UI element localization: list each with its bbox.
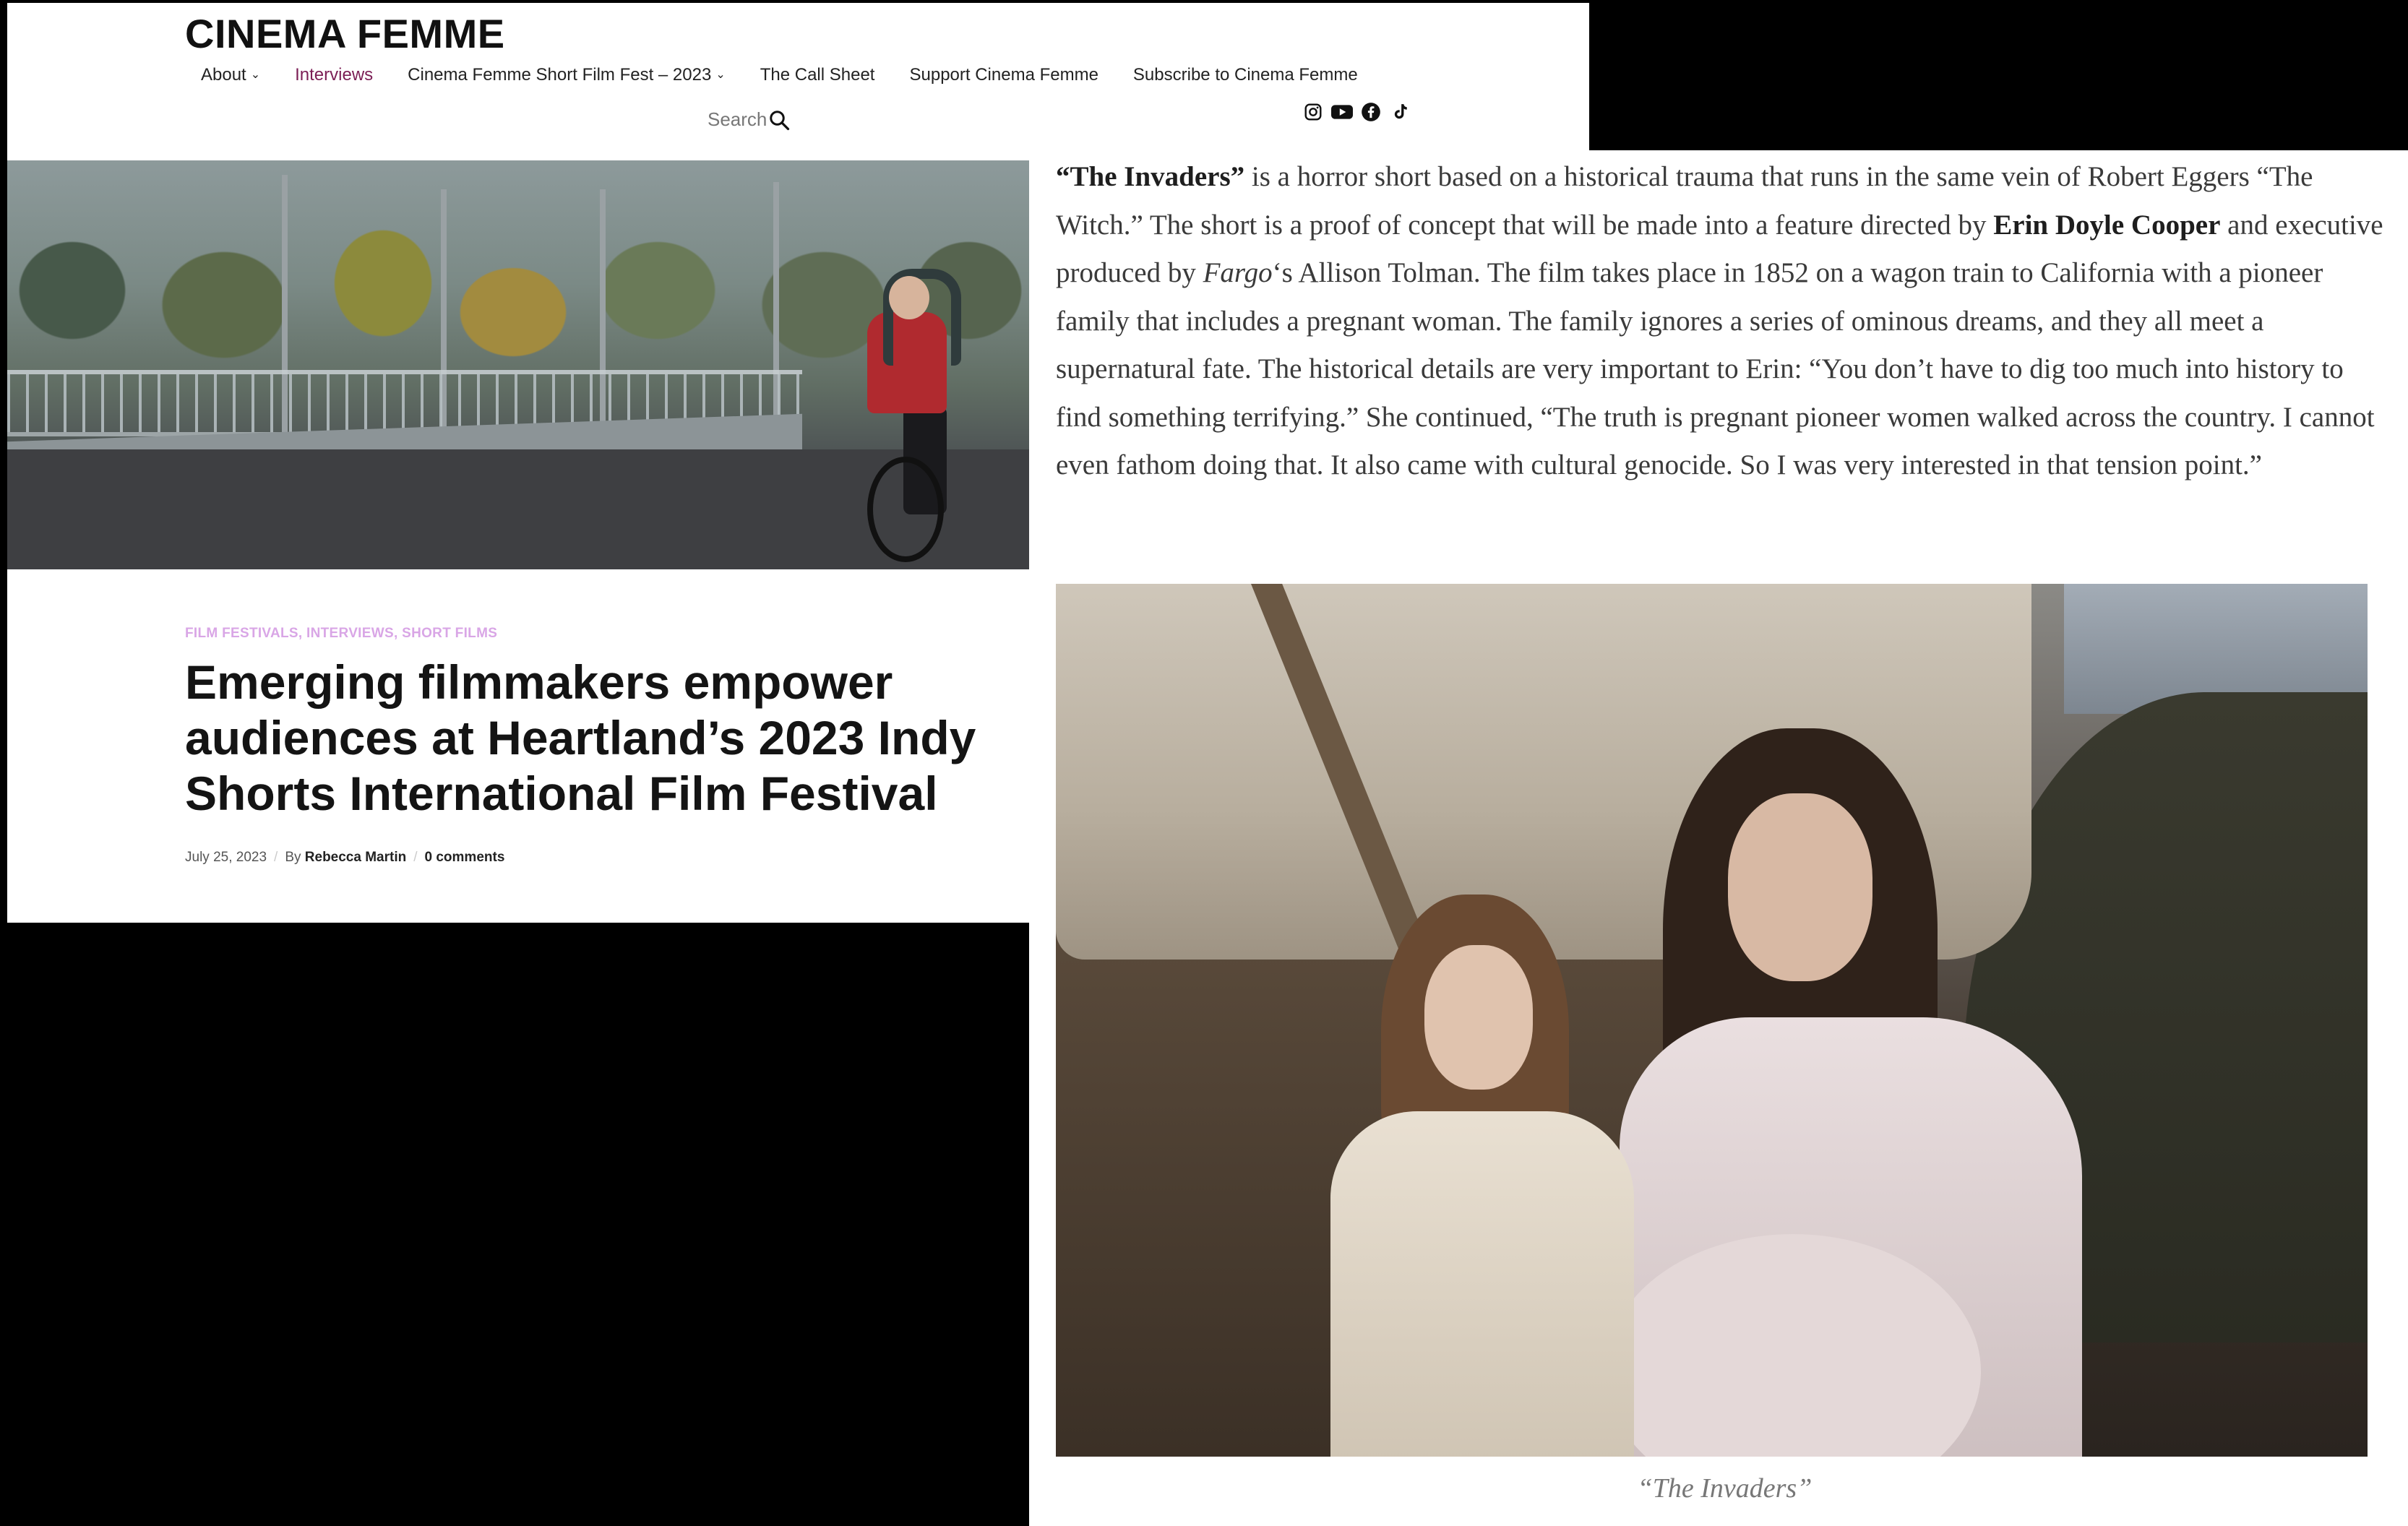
post-meta: July 25, 2023 / By Rebecca Martin / 0 co… [185,850,504,866]
film-title-bold: “The Invaders” [1056,161,1245,192]
post-date: July 25, 2023 [185,850,267,865]
search-toggle[interactable]: Search [708,108,790,131]
nav-item-call-sheet[interactable]: The Call Sheet [760,65,875,85]
article-image[interactable] [1056,584,2368,1457]
youtube-icon[interactable] [1331,101,1353,123]
image-woman-face [1728,793,1872,981]
director-name-bold: Erin Doyle Cooper [1993,209,2221,241]
nav-item-interviews[interactable]: Interviews [295,65,373,85]
article-window: “The Invaders” is a horror short based o… [1029,150,2408,1526]
nav-item-label: Cinema Femme Short Film Fest – 2023 [408,65,712,85]
search-label: Search [708,108,767,130]
nav-item-label: Subscribe to Cinema Femme [1132,65,1358,85]
instagram-icon[interactable] [1302,101,1324,123]
site-title[interactable]: CINEMA FEMME [185,10,505,57]
chevron-down-icon: ⌄ [715,69,726,81]
post-categories[interactable]: FILM FESTIVALS, INTERVIEWS, SHORT FILMS [185,626,497,642]
facebook-icon[interactable] [1360,101,1382,123]
post-title[interactable]: Emerging filmmakers empower audiences at… [185,655,1016,822]
article-paragraph: “The Invaders” is a horror short based o… [1056,153,2386,490]
hero-rider [846,247,968,562]
nav-item-label: Support Cinema Femme [909,65,1098,85]
author-link[interactable]: Rebecca Martin [305,850,406,866]
nav-item-support[interactable]: Support Cinema Femme [909,65,1098,85]
meta-divider: / [274,850,278,865]
fargo-italic: Fargo [1203,257,1273,288]
image-girl-dress [1330,1111,1634,1457]
nav-item-short-film-fest[interactable]: Cinema Femme Short Film Fest – 2023 ⌄ [408,65,726,85]
main-nav: About ⌄ Interviews Cinema Femme Short Fi… [201,65,1393,85]
image-girl-face [1424,945,1533,1090]
tiktok-icon[interactable] [1389,101,1411,123]
nav-item-subscribe[interactable]: Subscribe to Cinema Femme [1133,65,1358,85]
meta-divider: / [413,850,418,865]
image-caption: “The Invaders” [1637,1473,1813,1504]
nav-item-label: About [201,65,246,85]
text-run: ‘s Allison Tolman. The film takes place … [1056,257,2375,480]
search-icon [770,110,790,130]
nav-item-about[interactable]: About ⌄ [201,65,260,85]
featured-image[interactable] [7,160,1029,569]
nav-item-label: Interviews [295,65,374,85]
chevron-down-icon: ⌄ [250,69,261,81]
by-label: By [285,850,301,865]
nav-item-label: The Call Sheet [760,65,875,85]
comments-link[interactable]: 0 comments [425,850,505,866]
social-links [1302,101,1411,123]
